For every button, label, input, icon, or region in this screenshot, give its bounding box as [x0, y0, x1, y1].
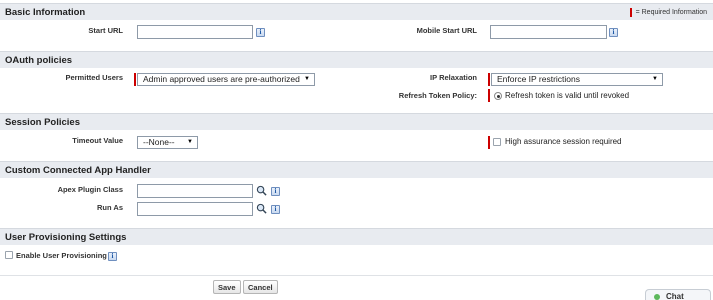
section-title: Basic Information: [5, 7, 86, 18]
session-policies-header: Session Policies: [0, 113, 713, 130]
refresh-token-radio[interactable]: [494, 92, 502, 100]
start-url-input[interactable]: [137, 25, 253, 39]
permitted-users-select[interactable]: Admin approved users are pre-authorized …: [137, 73, 315, 86]
cancel-button[interactable]: Cancel: [243, 280, 278, 294]
required-legend: = Required Information: [629, 8, 707, 17]
timeout-value-label: Timeout Value: [72, 136, 123, 145]
online-status-icon: [654, 294, 660, 300]
info-icon[interactable]: i: [271, 205, 280, 214]
ip-relaxation-select[interactable]: Enforce IP restrictions ▼: [491, 73, 663, 86]
high-assurance-label: High assurance session required: [505, 137, 622, 146]
info-icon[interactable]: i: [271, 187, 280, 196]
section-title: Session Policies: [5, 117, 80, 128]
enable-user-provisioning-label: Enable User Provisioning: [16, 251, 107, 260]
oauth-policies-header: OAuth policies: [0, 51, 713, 68]
chevron-down-icon: ▼: [652, 76, 658, 82]
mobile-start-url-label: Mobile Start URL: [416, 26, 477, 35]
footer-divider: [0, 275, 713, 276]
enable-user-provisioning-checkbox[interactable]: [5, 251, 13, 259]
chat-tab[interactable]: Chat: [645, 289, 711, 300]
high-assurance-checkbox[interactable]: [493, 138, 501, 146]
chevron-down-icon: ▼: [304, 76, 310, 82]
timeout-value-select[interactable]: --None-- ▼: [137, 136, 198, 149]
required-marker-icon: [629, 8, 632, 17]
timeout-value: --None--: [143, 137, 175, 147]
section-title: Custom Connected App Handler: [5, 165, 151, 176]
section-title: User Provisioning Settings: [5, 232, 127, 243]
refresh-token-policy-label: Refresh Token Policy:: [398, 91, 477, 100]
required-marker-icon: [134, 73, 136, 86]
run-as-input[interactable]: [137, 202, 253, 216]
custom-handler-header: Custom Connected App Handler: [0, 161, 713, 178]
ip-relaxation-label: IP Relaxation: [430, 73, 477, 82]
apex-plugin-class-input[interactable]: [137, 184, 253, 198]
user-provisioning-header: User Provisioning Settings: [0, 228, 713, 245]
refresh-token-value: Refresh token is valid until revoked: [505, 91, 630, 100]
mobile-start-url-input[interactable]: [490, 25, 607, 39]
lookup-icon[interactable]: [256, 203, 267, 214]
ip-relaxation-value: Enforce IP restrictions: [497, 74, 580, 84]
required-marker-icon: [488, 73, 490, 86]
info-icon[interactable]: i: [256, 28, 265, 37]
required-marker-icon: [488, 89, 490, 102]
apex-plugin-class-label: Apex Plugin Class: [57, 185, 123, 194]
lookup-icon[interactable]: [256, 185, 267, 196]
run-as-label: Run As: [97, 203, 123, 212]
permitted-users-value: Admin approved users are pre-authorized: [143, 74, 300, 84]
permitted-users-label: Permitted Users: [65, 73, 123, 82]
required-legend-text: = Required Information: [635, 9, 707, 16]
section-title: OAuth policies: [5, 55, 73, 66]
save-button[interactable]: Save: [213, 280, 241, 294]
info-icon[interactable]: i: [108, 252, 117, 261]
info-icon[interactable]: i: [609, 28, 618, 37]
basic-information-header: Basic Information = Required Information: [0, 3, 713, 20]
start-url-label: Start URL: [88, 26, 123, 35]
required-marker-icon: [488, 136, 490, 149]
chevron-down-icon: ▼: [187, 139, 193, 145]
chat-label: Chat: [666, 292, 684, 300]
